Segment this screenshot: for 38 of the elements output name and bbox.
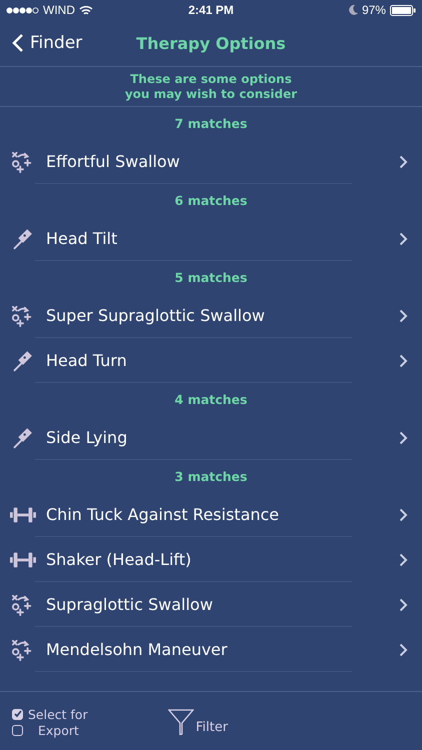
export-checkbox[interactable]: Export	[12, 722, 88, 738]
chevron-icon	[399, 598, 408, 612]
carrier-name: WIND	[43, 3, 75, 17]
therapy-row[interactable]: Head Tilt	[0, 216, 422, 261]
chevron-icon	[399, 232, 408, 246]
status-time: 2:41 PM	[188, 3, 234, 17]
section-header: 4 matches	[174, 392, 248, 406]
chevron-icon	[399, 642, 408, 656]
therapy-row[interactable]: Shaker (Head-Lift)	[0, 537, 422, 582]
filter-icon	[168, 709, 194, 735]
back-button[interactable]: Finder	[0, 32, 88, 54]
moon-icon	[348, 5, 358, 15]
filter-button[interactable]: Filter	[168, 709, 228, 735]
chevron-icon	[399, 552, 408, 566]
chevron-icon	[399, 430, 408, 444]
therapy-row[interactable]: Super Supraglottic Swallow	[0, 293, 422, 338]
section-header: 5 matches	[174, 270, 248, 284]
chevron-icon	[399, 508, 408, 522]
therapy-row[interactable]: Mendelsohn Maneuver	[0, 627, 422, 672]
therapy-row[interactable]: Chin Tuck Against Resistance	[0, 492, 422, 537]
signal-icon	[6, 6, 39, 14]
chevron-icon	[399, 154, 408, 168]
wifi-icon	[79, 4, 93, 16]
therapy-row[interactable]: Supraglottic Swallow	[0, 582, 422, 627]
screen-title: Therapy Options	[136, 34, 286, 52]
export-checkbox[interactable]: Select for	[12, 706, 88, 722]
therapy-row[interactable]: Effortful Swallow	[0, 139, 422, 184]
chevron-icon	[399, 354, 408, 368]
intro-text: These are some options you may wish to consider	[124, 72, 298, 102]
therapy-row[interactable]: Side Lying	[0, 415, 422, 460]
battery-icon	[390, 4, 416, 16]
therapy-row[interactable]: Head Turn	[0, 338, 422, 383]
section-header: 7 matches	[174, 116, 248, 130]
back-chevron-icon	[12, 33, 24, 53]
battery-percent: 97%	[362, 3, 386, 17]
section-header: 3 matches	[174, 468, 248, 484]
section-header: 6 matches	[174, 192, 248, 208]
chevron-icon	[399, 308, 408, 322]
